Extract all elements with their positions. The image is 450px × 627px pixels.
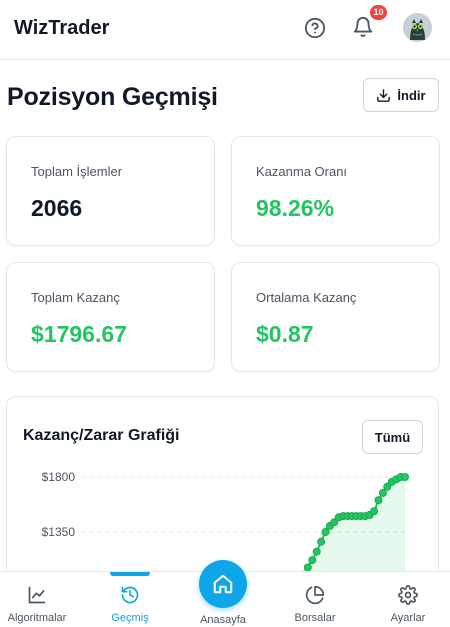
data-point[interactable] [308, 556, 317, 565]
stat-card-avg-profit: Ortalama Kazanç $0.87 [231, 262, 440, 372]
stat-value: $0.87 [256, 321, 314, 347]
active-indicator [110, 572, 150, 576]
bell-icon[interactable] [352, 16, 374, 40]
top-bar: WizTrader 10 [0, 0, 450, 60]
line-chart-icon [28, 586, 46, 604]
stat-label: Toplam İşlemler [31, 164, 123, 179]
data-point[interactable] [374, 496, 383, 505]
stat-label: Kazanma Oranı [256, 164, 348, 179]
stat-label: Toplam Kazanç [31, 290, 120, 305]
download-button[interactable]: İndir [363, 78, 439, 112]
data-point[interactable] [400, 473, 409, 482]
stat-card-total-trades: Toplam İşlemler 2066 [6, 136, 215, 246]
nav-label: Geçmiş [111, 612, 149, 624]
home-icon [213, 574, 233, 594]
data-point[interactable] [312, 547, 321, 556]
nav-item-algorithms[interactable]: Algoritmalar [0, 572, 77, 627]
app-brand[interactable]: WizTrader [14, 17, 109, 40]
data-point[interactable] [303, 563, 312, 572]
y-tick-label: $1800 [42, 470, 76, 484]
avatar[interactable] [403, 13, 432, 42]
nav-label: Borsalar [294, 612, 336, 624]
nav-item-settings[interactable]: Ayarlar [368, 572, 448, 627]
stat-label: Ortalama Kazanç [256, 290, 357, 305]
stat-value: $1796.67 [31, 321, 127, 347]
download-label: İndir [397, 87, 426, 103]
data-point[interactable] [321, 527, 330, 536]
data-point[interactable] [317, 537, 326, 546]
home-button[interactable] [199, 560, 247, 608]
download-icon [377, 88, 391, 102]
stat-value: 98.26% [256, 195, 335, 221]
gear-icon [398, 585, 418, 605]
page-title: Pozisyon Geçmişi [7, 83, 218, 111]
y-tick-label: $1350 [42, 525, 76, 539]
data-point[interactable] [378, 488, 387, 497]
nav-item-exchanges[interactable]: Borsalar [275, 572, 355, 627]
stat-card-win-rate: Kazanma Oranı 98.26% [231, 136, 440, 246]
nav-label: Algoritmalar [7, 612, 67, 624]
pie-chart-icon [305, 585, 325, 605]
nav-label-home: Anasayfa [200, 614, 246, 626]
notification-badge: 10 [370, 5, 387, 20]
nav-label: Ayarlar [390, 612, 426, 624]
help-circle-icon[interactable] [304, 17, 326, 39]
stat-card-total-profit: Toplam Kazanç $1796.67 [6, 262, 215, 372]
history-icon [121, 586, 139, 604]
stat-value: 2066 [31, 195, 83, 221]
data-point[interactable] [370, 507, 379, 516]
nav-item-history[interactable]: Geçmiş [90, 572, 170, 627]
